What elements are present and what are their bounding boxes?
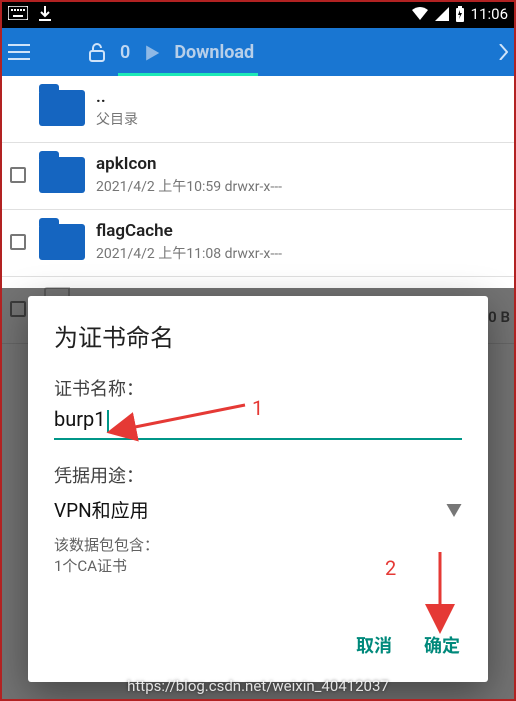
screenshot-border xyxy=(0,0,516,701)
